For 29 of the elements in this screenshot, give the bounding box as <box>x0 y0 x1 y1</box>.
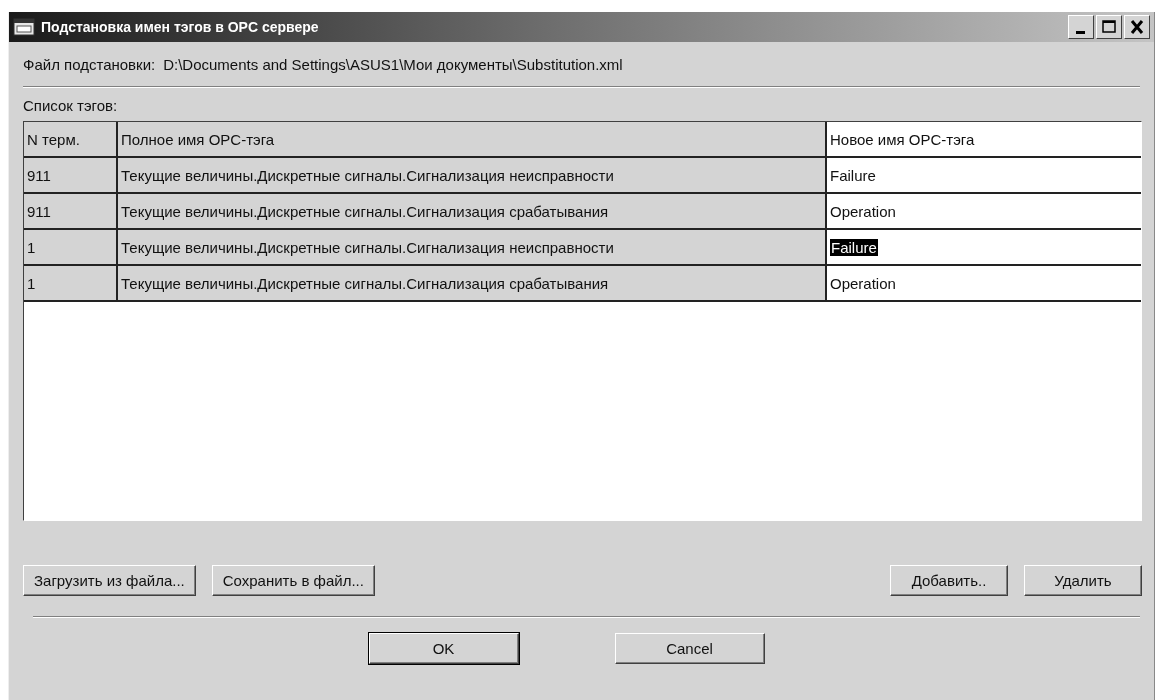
dialog-button[interactable]: Cancel <box>614 633 765 664</box>
file-path: D:\Documents and Settings\ASUS1\Мои документы\Substitution.xml <box>163 56 623 75</box>
app-icon <box>13 18 35 36</box>
table-cell[interactable]: Failure <box>826 157 1141 193</box>
close-button[interactable] <box>1124 15 1150 39</box>
file-label: Файл подстановки: <box>23 56 156 75</box>
action-button[interactable]: Удалить <box>1024 565 1142 596</box>
table-cell[interactable]: Operation <box>826 265 1141 301</box>
column-header: Полное имя OPC-тэга <box>117 122 826 157</box>
window-title: Подстановка имен тэгов в OPC сервере <box>41 19 319 35</box>
table-cell: Текущие величины.Дискретные сигналы.Сигнализация неисправности <box>117 157 826 193</box>
table-cell[interactable]: Failure <box>826 229 1141 265</box>
maximize-button[interactable] <box>1096 15 1122 39</box>
table-cell[interactable]: Operation <box>826 193 1141 229</box>
table-cell: 1 <box>24 229 117 265</box>
minimize-button[interactable] <box>1068 15 1094 39</box>
table-cell: 1 <box>24 265 117 301</box>
dialog-button[interactable]: OK <box>368 633 519 664</box>
column-header: Новое имя OPC-тэга <box>826 122 1141 157</box>
table-cell: Текущие величины.Дискретные сигналы.Сигнализация срабатывания <box>117 265 826 301</box>
list-label: Список тэгов: <box>22 96 119 115</box>
action-button[interactable]: Добавить.. <box>890 565 1008 596</box>
table-cell: 911 <box>24 193 117 229</box>
column-header: N терм. <box>24 122 117 157</box>
table-cell: Текущие величины.Дискретные сигналы.Сигнализация неисправности <box>117 229 826 265</box>
file-button[interactable]: Сохранить в файл... <box>211 565 375 596</box>
table-cell: Текущие величины.Дискретные сигналы.Сигнализация срабатывания <box>117 193 826 229</box>
table-cell: 911 <box>24 157 117 193</box>
file-button[interactable]: Загрузить из файла... <box>23 565 196 596</box>
